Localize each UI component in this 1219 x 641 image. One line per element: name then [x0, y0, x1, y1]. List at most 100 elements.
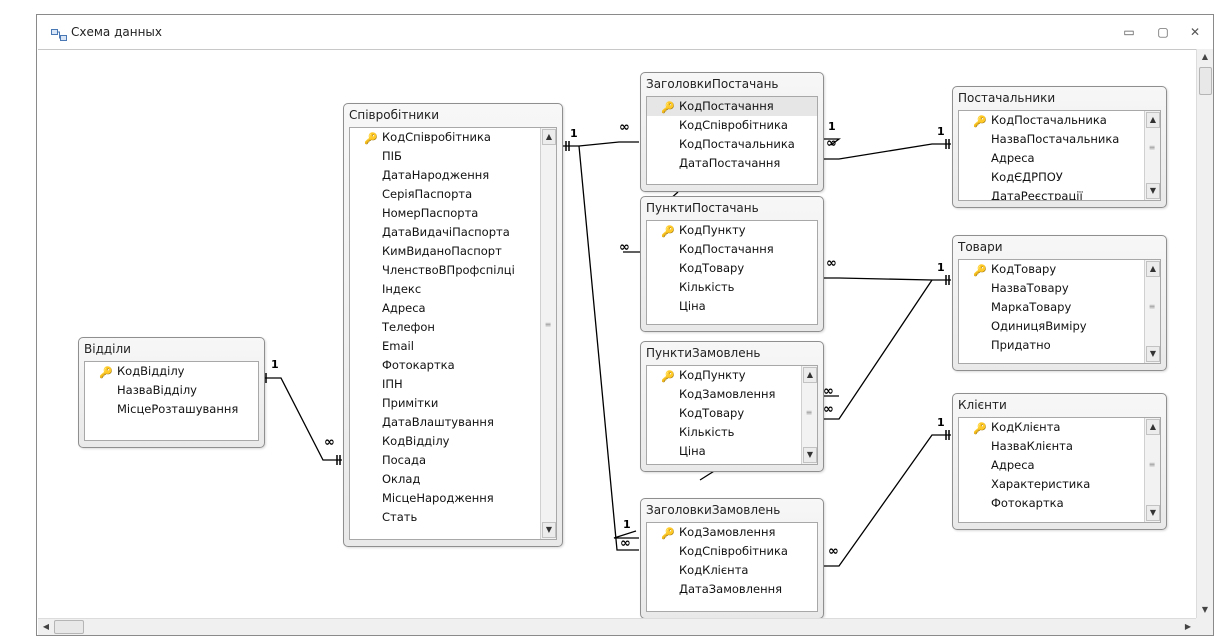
field-item[interactable]: КодЗамовлення: [647, 385, 817, 404]
scroll-up-arrow[interactable]: ▲: [542, 129, 556, 145]
field-item[interactable]: Телефон: [350, 318, 556, 337]
field-item[interactable]: НазваКлієнта: [959, 437, 1160, 456]
scroll-right-arrow[interactable]: ▶: [1181, 620, 1195, 634]
field-item[interactable]: ОдиницяВиміру: [959, 317, 1160, 336]
field-item[interactable]: ДатаНародження: [350, 166, 556, 185]
field-item[interactable]: Адреса: [350, 299, 556, 318]
scroll-up-arrow[interactable]: ▲: [1146, 112, 1160, 128]
table-zaholovky-zamovlen[interactable]: ЗаголовкиЗамовлень 🔑 КодЗамовлення КодСпі…: [640, 498, 824, 618]
scroll-down-arrow[interactable]: ▼: [1146, 183, 1160, 199]
field-item[interactable]: ЧленствоВПрофспілці: [350, 261, 556, 280]
field-item[interactable]: Адреса: [959, 149, 1160, 168]
field-item[interactable]: КодПостачання: [647, 240, 817, 259]
field-item[interactable]: ДатаРеєстрації: [959, 187, 1160, 200]
vertical-scroll-thumb[interactable]: [1199, 67, 1212, 95]
scroll-up-arrow[interactable]: ▲: [1146, 261, 1160, 277]
minimize-button[interactable]: ▭: [1120, 23, 1138, 41]
scroll-down-arrow[interactable]: ▼: [1146, 346, 1160, 362]
field-item[interactable]: КодПостачальника: [647, 135, 817, 154]
field-item[interactable]: Адреса: [959, 456, 1160, 475]
field-item[interactable]: 🔑 КодВідділу: [85, 362, 258, 381]
field-item[interactable]: ПІБ: [350, 147, 556, 166]
scroll-grip-icon[interactable]: ≡: [1148, 143, 1156, 152]
scroll-down-arrow[interactable]: ▼: [803, 447, 817, 463]
scroll-grip-icon[interactable]: ≡: [1148, 302, 1156, 311]
scroll-down-arrow[interactable]: ▼: [1198, 603, 1212, 617]
field-item[interactable]: СеріяПаспорта: [350, 185, 556, 204]
field-list[interactable]: 🔑 КодПостачальника НазваПостачальника Адр…: [958, 110, 1161, 201]
field-item[interactable]: ДатаВидачіПаспорта: [350, 223, 556, 242]
field-item[interactable]: Ціна: [647, 442, 817, 461]
field-list[interactable]: 🔑 КодВідділу НазваВідділу МісцеРозташуван…: [84, 361, 259, 441]
table-postachalnyky[interactable]: Постачальники 🔑 КодПостачальника НазваПос…: [952, 86, 1167, 208]
field-item[interactable]: МісцеРозташування: [85, 400, 258, 419]
field-item[interactable]: 🔑 КодЗамовлення: [647, 523, 817, 542]
diagram-canvas[interactable]: 1 ∞ 1 ∞ 1 ∞ 1 ∞ ∞ 1 ∞ ∞ 1 ∞ ∞ 1 Відділи …: [38, 49, 1196, 618]
field-item[interactable]: КодСпівробітника: [647, 116, 817, 135]
field-item[interactable]: 🔑 КодПункту: [647, 221, 817, 240]
field-item[interactable]: Характеристика: [959, 475, 1160, 494]
field-item[interactable]: Примітки: [350, 394, 556, 413]
scroll-left-arrow[interactable]: ◀: [39, 620, 53, 634]
field-list[interactable]: 🔑 КодЗамовлення КодСпівробітника КодКлієн…: [646, 522, 818, 612]
vertical-scrollbar[interactable]: ▲ ▼: [1196, 49, 1213, 618]
field-item[interactable]: КодТовару: [647, 259, 817, 278]
field-item[interactable]: КодЄДРПОУ: [959, 168, 1160, 187]
scroll-grip-icon[interactable]: ≡: [544, 320, 552, 329]
field-list[interactable]: 🔑 КодПункту КодПостачання КодТовару Кільк…: [646, 220, 818, 325]
horizontal-scroll-thumb[interactable]: [54, 620, 84, 634]
close-button[interactable]: ✕: [1186, 23, 1204, 41]
field-item[interactable]: КодВідділу: [350, 432, 556, 451]
field-list-scrollbar[interactable]: ▲ ≡ ▼: [1144, 260, 1160, 363]
table-spivrobitnyky[interactable]: Співробітники 🔑 КодСпівробітника ПІБ Дата…: [343, 103, 563, 547]
field-item[interactable]: МісцеНародження: [350, 489, 556, 508]
field-list[interactable]: 🔑 КодПостачання КодСпівробітника КодПоста…: [646, 96, 818, 185]
field-item[interactable]: 🔑 КодКлієнта: [959, 418, 1160, 437]
table-zaholovky-postachan[interactable]: ЗаголовкиПостачань 🔑 КодПостачання КодСпі…: [640, 72, 824, 192]
field-item[interactable]: МаркаТовару: [959, 298, 1160, 317]
field-item[interactable]: ДатаВлаштування: [350, 413, 556, 432]
field-list-scrollbar[interactable]: ▲ ≡ ▼: [801, 366, 817, 464]
field-item[interactable]: КимВиданоПаспорт: [350, 242, 556, 261]
scroll-grip-icon[interactable]: ≡: [805, 408, 813, 417]
scroll-up-arrow[interactable]: ▲: [803, 367, 817, 383]
field-item[interactable]: 🔑 КодТовару: [959, 260, 1160, 279]
field-list[interactable]: 🔑 КодТовару НазваТовару МаркаТовару Одини…: [958, 259, 1161, 364]
field-item[interactable]: Стать: [350, 508, 556, 527]
field-item[interactable]: НазваТовару: [959, 279, 1160, 298]
table-punkty-zamovlen[interactable]: ПунктиЗамовлень 🔑 КодПункту КодЗамовлення…: [640, 341, 824, 472]
field-item[interactable]: ІПН: [350, 375, 556, 394]
field-list-scrollbar[interactable]: ▲ ≡ ▼: [1144, 418, 1160, 522]
table-punkty-postachan[interactable]: ПунктиПостачань 🔑 КодПункту КодПостачання…: [640, 196, 824, 332]
field-item[interactable]: 🔑 КодСпівробітника: [350, 128, 556, 147]
field-list-scrollbar[interactable]: ▲ ≡ ▼: [1144, 111, 1160, 200]
field-item[interactable]: Фотокартка: [350, 356, 556, 375]
field-item[interactable]: КодКлієнта: [647, 561, 817, 580]
scroll-grip-icon[interactable]: ≡: [1148, 460, 1156, 469]
table-tovary[interactable]: Товари 🔑 КодТовару НазваТовару МаркаТовар…: [952, 235, 1167, 371]
field-item[interactable]: Посада: [350, 451, 556, 470]
scroll-down-arrow[interactable]: ▼: [1146, 505, 1160, 521]
field-item[interactable]: Фотокартка: [959, 494, 1160, 513]
field-list[interactable]: 🔑 КодКлієнта НазваКлієнта Адреса Характер…: [958, 417, 1161, 523]
scroll-up-arrow[interactable]: ▲: [1146, 419, 1160, 435]
field-item[interactable]: Кількість: [647, 423, 817, 442]
table-kliyenty[interactable]: Клієнти 🔑 КодКлієнта НазваКлієнта Адреса …: [952, 393, 1167, 530]
scroll-up-arrow[interactable]: ▲: [1198, 50, 1212, 64]
field-list-scrollbar[interactable]: ▲ ≡ ▼: [540, 128, 556, 539]
field-item[interactable]: 🔑 КодПункту: [647, 366, 817, 385]
field-item[interactable]: 🔑 КодПостачання: [647, 97, 817, 116]
scroll-down-arrow[interactable]: ▼: [542, 522, 556, 538]
field-item[interactable]: ДатаПостачання: [647, 154, 817, 173]
field-item[interactable]: НазваВідділу: [85, 381, 258, 400]
field-item[interactable]: Email: [350, 337, 556, 356]
field-list[interactable]: 🔑 КодПункту КодЗамовлення КодТовару Кільк…: [646, 365, 818, 465]
field-item[interactable]: КодСпівробітника: [647, 542, 817, 561]
field-item[interactable]: КодТовару: [647, 404, 817, 423]
field-item[interactable]: НомерПаспорта: [350, 204, 556, 223]
field-item[interactable]: Оклад: [350, 470, 556, 489]
horizontal-scrollbar[interactable]: ◀ ▶: [38, 618, 1196, 635]
field-item[interactable]: Індекс: [350, 280, 556, 299]
field-item[interactable]: Кількість: [647, 278, 817, 297]
table-viddily[interactable]: Відділи 🔑 КодВідділу НазваВідділу МісцеРо…: [78, 337, 265, 448]
